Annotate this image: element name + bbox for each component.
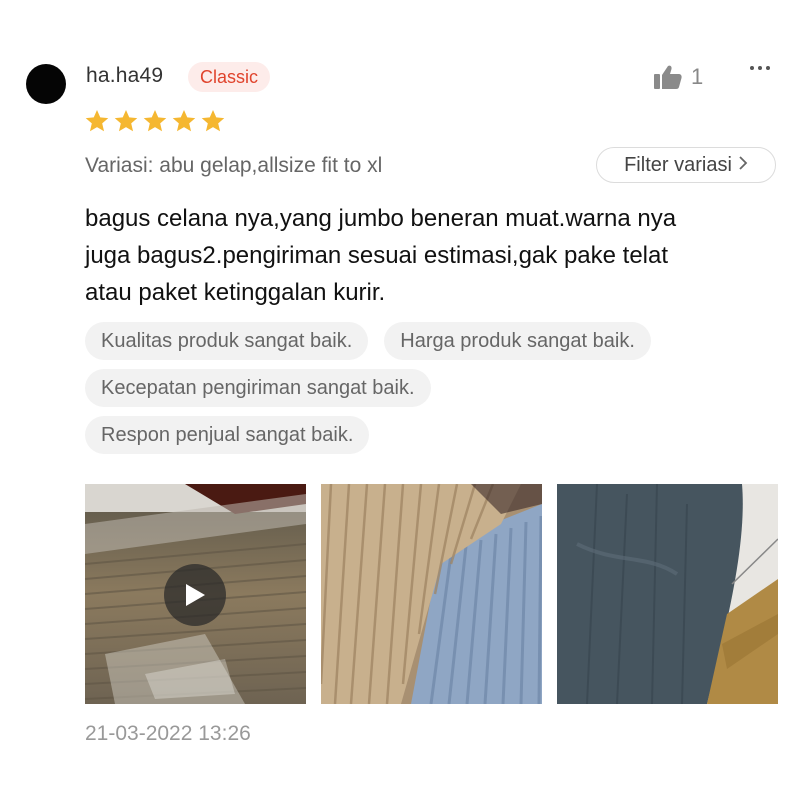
review-media — [85, 484, 778, 704]
review-video-thumbnail[interactable] — [85, 484, 306, 704]
review-text-line: juga bagus2.pengiriman sesuai estimasi,g… — [85, 242, 669, 269]
review-photo[interactable] — [321, 484, 542, 704]
filter-variation-label: Filter variasi — [624, 153, 732, 176]
review-text-line: bagus celana nya,yang jumbo beneran muat… — [85, 205, 677, 232]
review-tag: Kecepatan pengiriman sangat baik. — [85, 369, 431, 407]
like-button[interactable]: 1 — [653, 64, 703, 90]
review-text-line: atau paket ketinggalan kurir. — [85, 279, 386, 306]
star-rating — [84, 108, 226, 134]
star-icon — [84, 108, 110, 134]
star-icon — [171, 108, 197, 134]
review-tags: Kualitas produk sangat baik. Harga produ… — [85, 322, 785, 463]
review-date: 21-03-2022 13:26 — [85, 722, 251, 745]
like-count: 1 — [691, 64, 704, 89]
avatar[interactable] — [26, 64, 66, 104]
chevron-right-icon — [738, 154, 748, 177]
member-badge: Classic — [188, 62, 271, 92]
filter-variation-button[interactable]: Filter variasi — [596, 147, 776, 183]
review-text: bagus celana nya,yang jumbo beneran muat… — [85, 200, 785, 311]
star-icon — [200, 108, 226, 134]
variation-text: Variasi: abu gelap,allsize fit to xl — [85, 154, 383, 177]
thumbs-up-icon — [653, 64, 683, 90]
play-icon[interactable] — [164, 564, 226, 626]
review-photo[interactable] — [557, 484, 778, 704]
review-tag: Respon penjual sangat baik. — [85, 416, 370, 454]
star-icon — [113, 108, 139, 134]
review-tag: Kualitas produk sangat baik. — [85, 322, 369, 360]
review-tag: Harga produk sangat baik. — [384, 322, 651, 360]
star-icon — [142, 108, 168, 134]
more-dots-icon[interactable] — [750, 66, 770, 70]
username[interactable]: ha.ha49 — [86, 64, 163, 88]
